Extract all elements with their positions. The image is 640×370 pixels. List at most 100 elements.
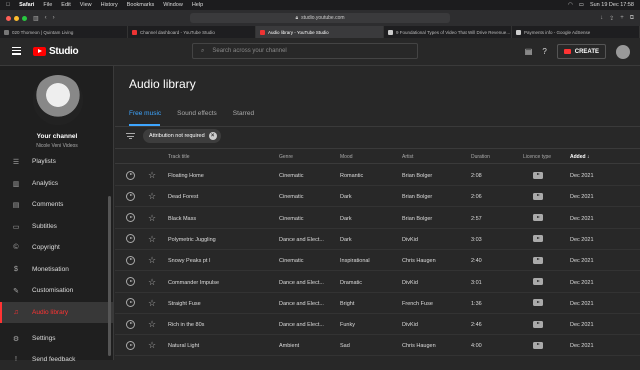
star-icon[interactable]: ☆ bbox=[148, 298, 156, 308]
play-icon[interactable] bbox=[126, 277, 135, 286]
track-artist[interactable]: Brian Bolger bbox=[402, 194, 432, 200]
track-artist[interactable]: Brian Bolger bbox=[402, 216, 432, 222]
sidebar-item-customisation[interactable]: ✎ Customisation bbox=[0, 280, 113, 301]
track-artist[interactable]: Chris Haugen bbox=[402, 343, 436, 349]
menu-window[interactable]: Window bbox=[163, 2, 183, 8]
track-artist[interactable]: Brian Bolger bbox=[402, 173, 432, 179]
table-row[interactable]: ☆ Dead Forest Cinematic Dark Brian Bolger 2:0… bbox=[115, 186, 640, 208]
star-icon[interactable]: ☆ bbox=[148, 277, 156, 287]
track-artist[interactable]: French Fuse bbox=[402, 301, 433, 307]
wifi-icon[interactable]: ◠ bbox=[568, 2, 573, 8]
close-icon[interactable]: × bbox=[208, 132, 217, 140]
tab-overview-icon[interactable]: ⧉ bbox=[630, 15, 634, 22]
sidebar-item-copyright[interactable]: © Copyright bbox=[0, 237, 113, 258]
sidebar-item-subtitles[interactable]: ▭ Subtitles bbox=[0, 216, 113, 237]
track-artist[interactable]: Chris Haugen bbox=[402, 258, 436, 264]
channel-avatar[interactable] bbox=[33, 75, 83, 125]
play-icon[interactable] bbox=[126, 319, 135, 329]
tab-sound-effects[interactable]: Sound effects bbox=[177, 110, 217, 117]
menu-icon[interactable] bbox=[12, 47, 21, 57]
sidebar-item-monetisation[interactable]: $ Monetisation bbox=[0, 259, 113, 280]
licence-icon[interactable] bbox=[533, 192, 543, 200]
play-icon[interactable] bbox=[126, 234, 135, 244]
browser-tab-active[interactable]: Audio library - YouTube Studio bbox=[256, 26, 384, 38]
sidebar-item-settings[interactable]: ⚙ Settings bbox=[0, 328, 113, 349]
table-row[interactable]: ☆ Commander Impulse Dance and Elect... Dram… bbox=[115, 272, 640, 293]
column-track-title[interactable]: Track title bbox=[168, 154, 189, 160]
sidebar-item-playlists[interactable]: ☰ Playlists bbox=[0, 151, 113, 172]
sidebar-item-audio-library[interactable]: ♫ Audio library bbox=[0, 302, 113, 323]
menu-view[interactable]: View bbox=[80, 2, 92, 8]
zoom-window-button[interactable] bbox=[22, 15, 27, 21]
new-tab-icon[interactable]: + bbox=[620, 15, 624, 21]
star-icon[interactable]: ☆ bbox=[148, 234, 156, 244]
browser-tab[interactable]: Channel dashboard - YouTube Studio bbox=[128, 26, 256, 38]
licence-icon[interactable] bbox=[533, 235, 543, 243]
licence-icon[interactable] bbox=[533, 214, 543, 222]
browser-tab[interactable]: 020 Thomeon | Quintam Living bbox=[0, 26, 128, 38]
play-icon[interactable] bbox=[126, 170, 135, 180]
tab-free-music[interactable]: Free music bbox=[129, 110, 161, 117]
tab-starred[interactable]: Starred bbox=[233, 110, 254, 117]
sidebar-toggle-icon[interactable]: ▥ bbox=[33, 15, 39, 22]
star-icon[interactable]: ☆ bbox=[148, 255, 156, 265]
track-artist[interactable]: DivKid bbox=[402, 322, 418, 328]
play-icon[interactable] bbox=[126, 298, 135, 308]
column-artist[interactable]: Artist bbox=[402, 154, 413, 160]
track-artist[interactable]: DivKid bbox=[402, 237, 418, 243]
menu-bookmarks[interactable]: Bookmarks bbox=[127, 2, 155, 8]
menu-edit[interactable]: Edit bbox=[61, 2, 70, 8]
licence-icon[interactable] bbox=[533, 256, 543, 264]
battery-icon[interactable]: ▭ bbox=[579, 2, 584, 8]
account-avatar[interactable] bbox=[616, 44, 630, 59]
play-icon[interactable] bbox=[126, 191, 135, 201]
play-icon[interactable] bbox=[126, 255, 135, 265]
table-row[interactable]: ☆ Black Mass Cinematic Dark Brian Bolger 2:57… bbox=[115, 208, 640, 229]
filter-chip[interactable]: Attribution not required × bbox=[143, 129, 221, 143]
star-icon[interactable]: ☆ bbox=[148, 191, 156, 201]
menu-history[interactable]: History bbox=[101, 2, 118, 8]
column-mood[interactable]: Mood bbox=[340, 154, 353, 160]
apple-icon[interactable]:  bbox=[6, 2, 10, 8]
feedback-icon[interactable]: ▤ bbox=[525, 47, 533, 56]
share-icon[interactable]: ⇪ bbox=[609, 15, 614, 22]
licence-icon[interactable] bbox=[533, 299, 543, 307]
back-icon[interactable]: ‹ bbox=[45, 15, 47, 21]
table-row[interactable]: ☆ Polymetric Juggling Dance and Elect... Da… bbox=[115, 229, 640, 250]
licence-icon[interactable] bbox=[533, 341, 543, 349]
menu-file[interactable]: File bbox=[43, 2, 52, 8]
search-input[interactable]: ⌕ Search across your channel bbox=[192, 43, 418, 59]
browser-tab[interactable]: 9 Foundational Types of Video That Will … bbox=[384, 26, 512, 38]
sidebar-scrollbar[interactable] bbox=[108, 196, 111, 356]
sidebar-item-comments[interactable]: ▤ Comments bbox=[0, 194, 113, 215]
column-duration[interactable]: Duration bbox=[471, 154, 490, 160]
column-licence-type[interactable]: Licence type bbox=[523, 154, 551, 160]
table-row[interactable]: ☆ Floating Home Cinematic Romantic Brian Bol… bbox=[115, 165, 640, 186]
licence-icon[interactable] bbox=[533, 278, 543, 285]
table-row[interactable]: ☆ Straight Fuse Dance and Elect... Bright Fr… bbox=[115, 293, 640, 314]
menu-help[interactable]: Help bbox=[192, 2, 203, 8]
browser-tab[interactable]: Payments info - Google AdSense bbox=[512, 26, 640, 38]
menubar-app-name[interactable]: Safari bbox=[19, 2, 34, 8]
play-icon[interactable] bbox=[126, 340, 135, 350]
create-button[interactable]: CREATE bbox=[556, 44, 606, 59]
star-icon[interactable]: ☆ bbox=[148, 319, 156, 329]
star-icon[interactable]: ☆ bbox=[148, 340, 156, 350]
sidebar-item-analytics[interactable]: ▥ Analytics bbox=[0, 173, 113, 194]
filter-icon[interactable] bbox=[126, 133, 135, 141]
minimize-window-button[interactable] bbox=[14, 15, 19, 21]
close-window-button[interactable] bbox=[6, 15, 11, 21]
column-genre[interactable]: Genre bbox=[279, 154, 293, 160]
star-icon[interactable]: ☆ bbox=[148, 170, 156, 180]
track-artist[interactable]: DivKid bbox=[402, 280, 418, 286]
star-icon[interactable]: ☆ bbox=[148, 213, 156, 223]
licence-icon[interactable] bbox=[533, 320, 543, 328]
table-row[interactable]: ☆ Natural Light Ambient Sad Chris Haugen 4:00… bbox=[115, 335, 640, 357]
column-added[interactable]: Added ↓ bbox=[570, 154, 589, 160]
licence-icon[interactable] bbox=[533, 171, 543, 179]
table-row[interactable]: ☆ Snowy Peaks pt I Cinematic Inspirational C… bbox=[115, 250, 640, 272]
address-bar[interactable]: 🔒︎ studio.youtube.com bbox=[190, 13, 450, 23]
play-icon[interactable] bbox=[126, 213, 135, 223]
clock[interactable]: Sun 19 Dec 17:58 bbox=[590, 2, 634, 8]
help-icon[interactable]: ? bbox=[542, 47, 546, 56]
